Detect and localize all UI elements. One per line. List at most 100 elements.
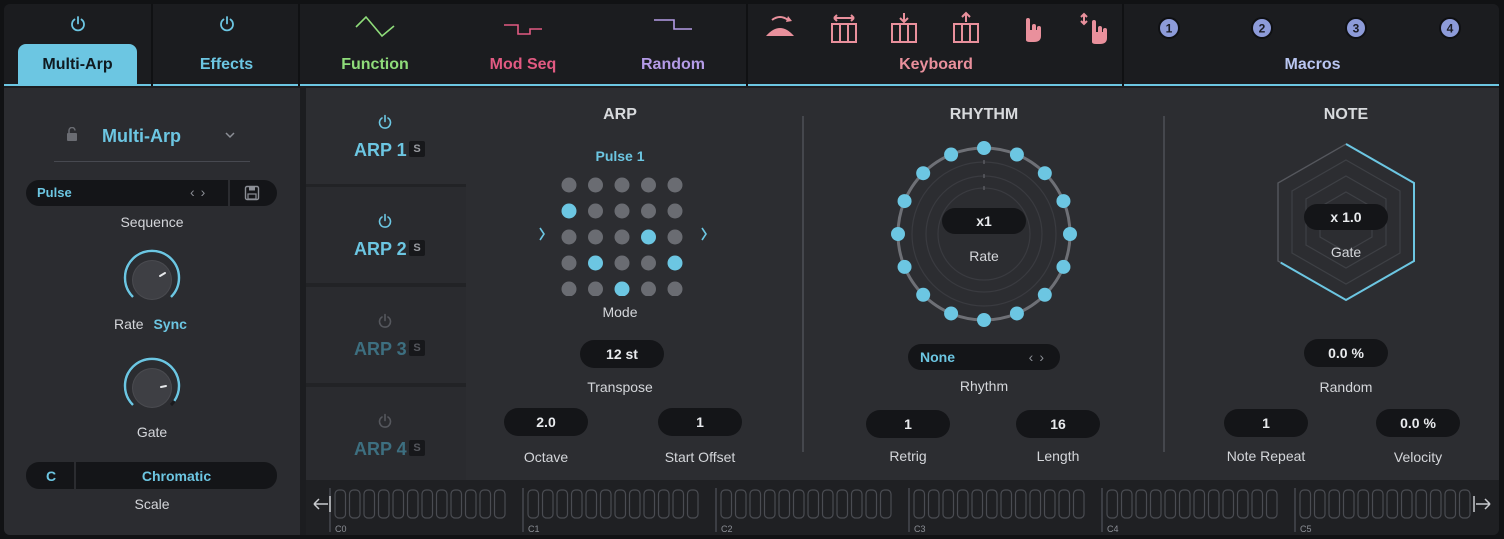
rate-knob[interactable] xyxy=(120,248,184,312)
rhythm-step[interactable] xyxy=(1009,306,1024,321)
rhythm-step[interactable] xyxy=(897,194,912,209)
key-slot[interactable] xyxy=(1299,489,1312,519)
key-slot[interactable] xyxy=(1222,489,1235,519)
key-slot[interactable] xyxy=(363,489,376,519)
key-slot[interactable] xyxy=(479,489,492,519)
rhythm-step[interactable] xyxy=(1037,287,1052,302)
pattern-step-off[interactable] xyxy=(614,177,630,193)
key-slot[interactable] xyxy=(672,489,685,519)
rhythm-step[interactable] xyxy=(944,147,959,162)
velocity-value[interactable]: 0.0 % xyxy=(1376,409,1460,437)
key-slot[interactable] xyxy=(763,489,776,519)
key-slot[interactable] xyxy=(720,489,733,519)
pattern-step-off[interactable] xyxy=(667,281,683,297)
note-range-keyboard[interactable]: C0 C1 C2 C3 C4 C5 xyxy=(306,480,1499,535)
key-slot[interactable] xyxy=(406,489,419,519)
key-slot[interactable] xyxy=(807,489,820,519)
key-slot[interactable] xyxy=(836,489,849,519)
rhythm-step[interactable] xyxy=(1063,227,1077,241)
pattern-step-off[interactable] xyxy=(561,177,577,193)
pattern-step-off[interactable] xyxy=(561,255,577,271)
start-offset-value[interactable]: 1 xyxy=(658,408,742,436)
key-slot[interactable] xyxy=(1149,489,1162,519)
pattern-step-on[interactable] xyxy=(667,255,683,271)
key-slot[interactable] xyxy=(1371,489,1384,519)
pattern-step-off[interactable] xyxy=(561,229,577,245)
pattern-step-off[interactable] xyxy=(667,203,683,219)
rhythm-selector[interactable]: None ‹› xyxy=(908,344,1060,370)
scale-key[interactable]: C xyxy=(46,468,56,484)
rhythm-step[interactable] xyxy=(1056,194,1071,209)
key-slot[interactable] xyxy=(643,489,656,519)
arp-tab-4[interactable]: ARP 4 S xyxy=(306,387,466,483)
key-slot[interactable] xyxy=(1400,489,1413,519)
key-slot[interactable] xyxy=(971,489,984,519)
mode-pattern-grid[interactable] xyxy=(530,172,710,296)
rhythm-step[interactable] xyxy=(1037,166,1052,181)
key-slot[interactable] xyxy=(1207,489,1220,519)
chevron-left-icon[interactable] xyxy=(539,227,545,241)
key-slot[interactable] xyxy=(450,489,463,519)
key-slot[interactable] xyxy=(1415,489,1428,519)
pattern-step-off[interactable] xyxy=(641,203,656,219)
pattern-step-off[interactable] xyxy=(614,255,630,271)
pattern-step-on[interactable] xyxy=(641,229,656,245)
rhythm-step[interactable] xyxy=(916,166,931,181)
key-slot[interactable] xyxy=(421,489,434,519)
key-slot[interactable] xyxy=(493,489,506,519)
key-slot[interactable] xyxy=(628,489,641,519)
key-slot[interactable] xyxy=(956,489,969,519)
key-slot[interactable] xyxy=(657,489,670,519)
key-slot[interactable] xyxy=(614,489,627,519)
pattern-step-off[interactable] xyxy=(588,177,603,193)
tab-random[interactable]: Random xyxy=(598,4,748,86)
key-slot[interactable] xyxy=(1265,489,1278,519)
key-slot[interactable] xyxy=(334,489,347,519)
macro-2-icon[interactable]: 2 xyxy=(1250,16,1274,40)
key-slot[interactable] xyxy=(464,489,477,519)
key-slot[interactable] xyxy=(1135,489,1148,519)
solo-button[interactable]: S xyxy=(409,141,425,157)
save-icon[interactable] xyxy=(244,185,260,201)
power-icon[interactable] xyxy=(377,313,393,329)
key-slot[interactable] xyxy=(1193,489,1206,519)
tab-function[interactable]: Function xyxy=(302,4,448,86)
chevron-right-icon[interactable] xyxy=(701,227,707,241)
retrig-value[interactable]: 1 xyxy=(866,410,950,438)
key-slot[interactable] xyxy=(792,489,805,519)
key-slot[interactable] xyxy=(1236,489,1249,519)
key-slot[interactable] xyxy=(556,489,569,519)
key-slot[interactable] xyxy=(1120,489,1133,519)
pattern-step-on[interactable] xyxy=(561,203,577,219)
key-slot[interactable] xyxy=(1058,489,1071,519)
key-slot[interactable] xyxy=(1429,489,1442,519)
scroll-left-arrow[interactable] xyxy=(313,496,331,512)
key-slot[interactable] xyxy=(1328,489,1341,519)
key-slot[interactable] xyxy=(879,489,892,519)
octave-value[interactable]: 2.0 xyxy=(504,408,588,436)
pattern-step-off[interactable] xyxy=(641,281,656,297)
arp-tab-1[interactable]: ARP 1 S xyxy=(306,88,466,184)
macro-4-icon[interactable]: 4 xyxy=(1438,16,1462,40)
key-slot[interactable] xyxy=(348,489,361,519)
key-slot[interactable] xyxy=(865,489,878,519)
key-slot[interactable] xyxy=(599,489,612,519)
rhythm-step[interactable] xyxy=(916,287,931,302)
key-slot[interactable] xyxy=(1014,489,1027,519)
key-slot[interactable] xyxy=(1000,489,1013,519)
pattern-step-off[interactable] xyxy=(561,281,577,297)
pattern-step-off[interactable] xyxy=(588,281,603,297)
rhythm-prev-next[interactable]: ‹› xyxy=(1029,344,1050,370)
pattern-step-off[interactable] xyxy=(588,229,603,245)
random-value[interactable]: 0.0 % xyxy=(1304,339,1388,367)
scroll-right-arrow[interactable] xyxy=(1473,496,1491,512)
key-slot[interactable] xyxy=(1313,489,1326,519)
gate-knob[interactable] xyxy=(120,356,184,420)
key-slot[interactable] xyxy=(570,489,583,519)
preset-selector[interactable]: Multi-Arp xyxy=(54,114,250,162)
key-slot[interactable] xyxy=(1444,489,1457,519)
solo-button[interactable]: S xyxy=(409,240,425,256)
key-slot[interactable] xyxy=(1043,489,1056,519)
tab-effects[interactable]: Effects xyxy=(151,4,300,86)
power-icon[interactable] xyxy=(377,413,393,429)
